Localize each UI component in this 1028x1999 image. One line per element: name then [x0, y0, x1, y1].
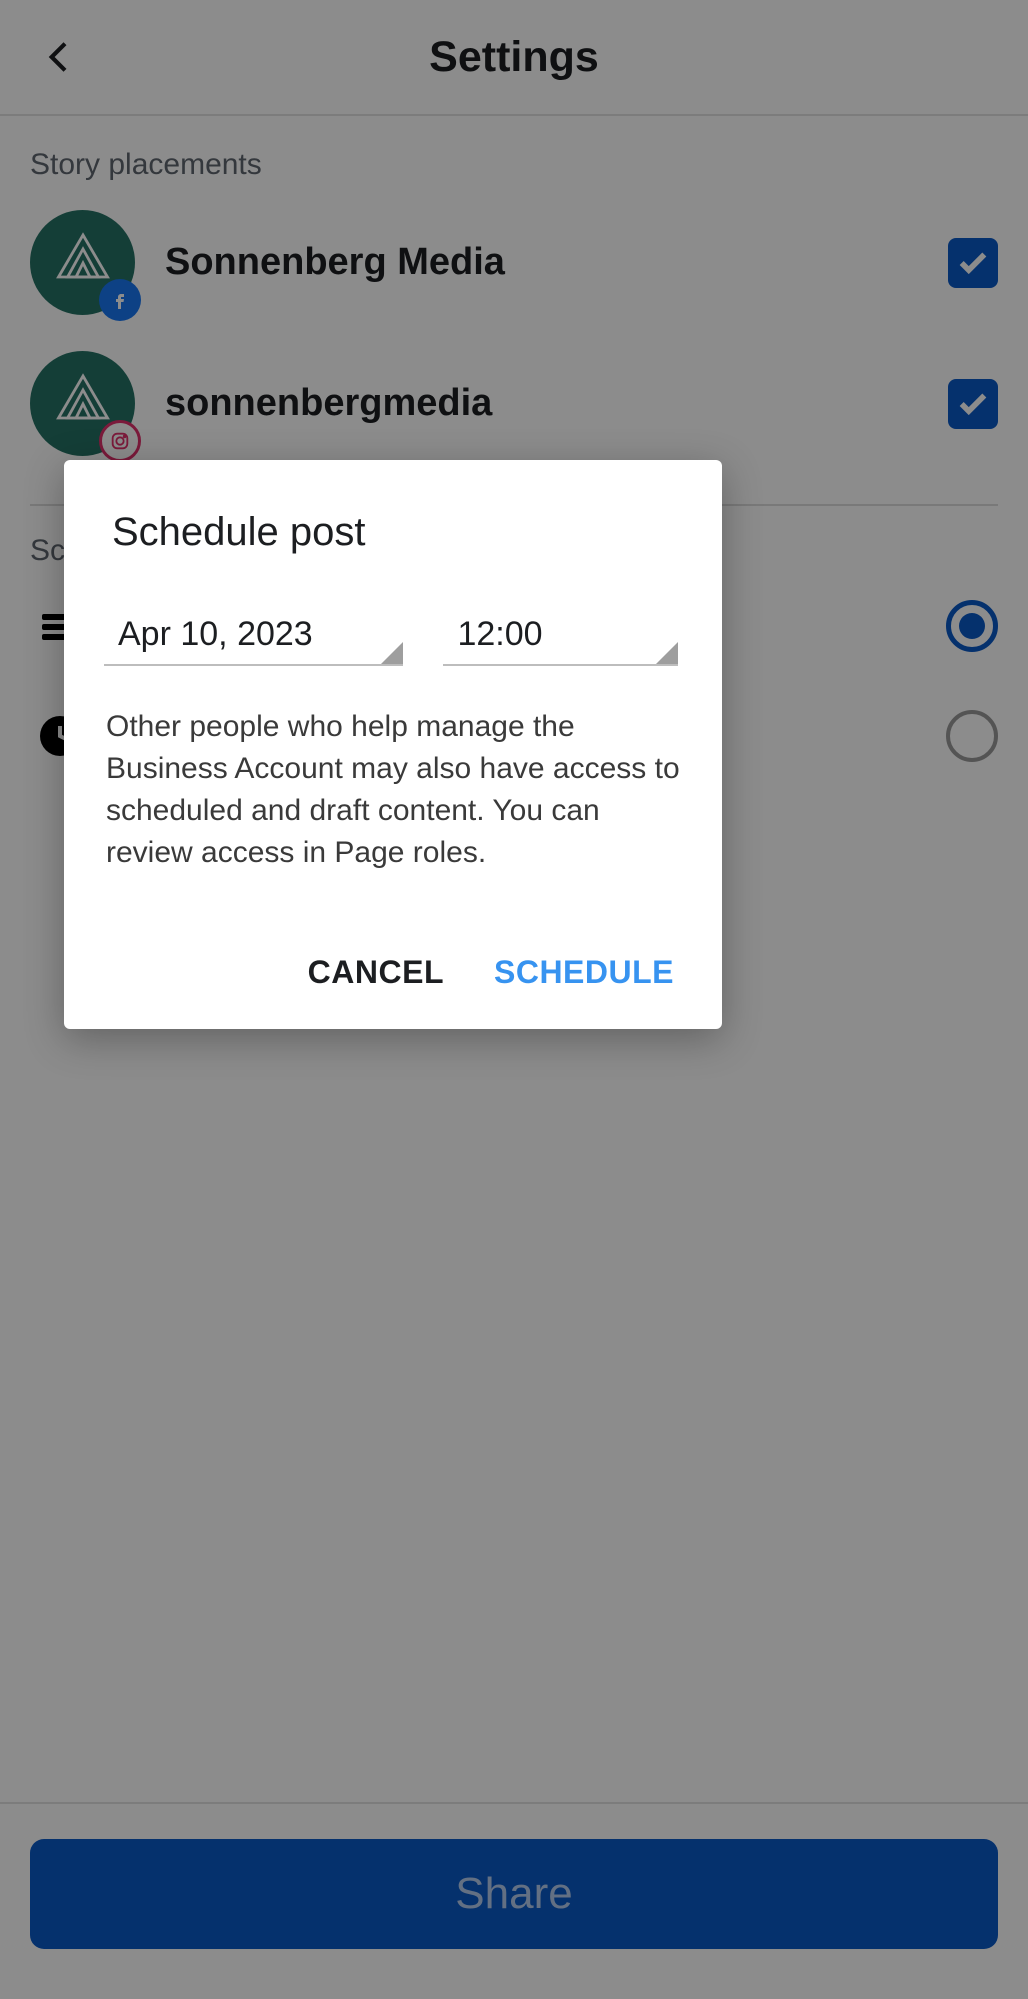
dropdown-triangle-icon: [656, 642, 678, 664]
date-value: Apr 10, 2023: [118, 615, 313, 653]
schedule-button[interactable]: SCHEDULE: [494, 954, 674, 991]
date-picker[interactable]: Apr 10, 2023: [104, 615, 403, 666]
time-value: 12:00: [457, 615, 542, 653]
dialog-body-text: Other people who help manage the Busines…: [100, 706, 686, 874]
time-picker[interactable]: 12:00: [443, 615, 678, 666]
dropdown-triangle-icon: [381, 642, 403, 664]
dialog-title: Schedule post: [100, 510, 686, 555]
cancel-button[interactable]: CANCEL: [308, 954, 444, 991]
schedule-post-dialog: Schedule post Apr 10, 2023 12:00 Other p…: [64, 460, 722, 1029]
